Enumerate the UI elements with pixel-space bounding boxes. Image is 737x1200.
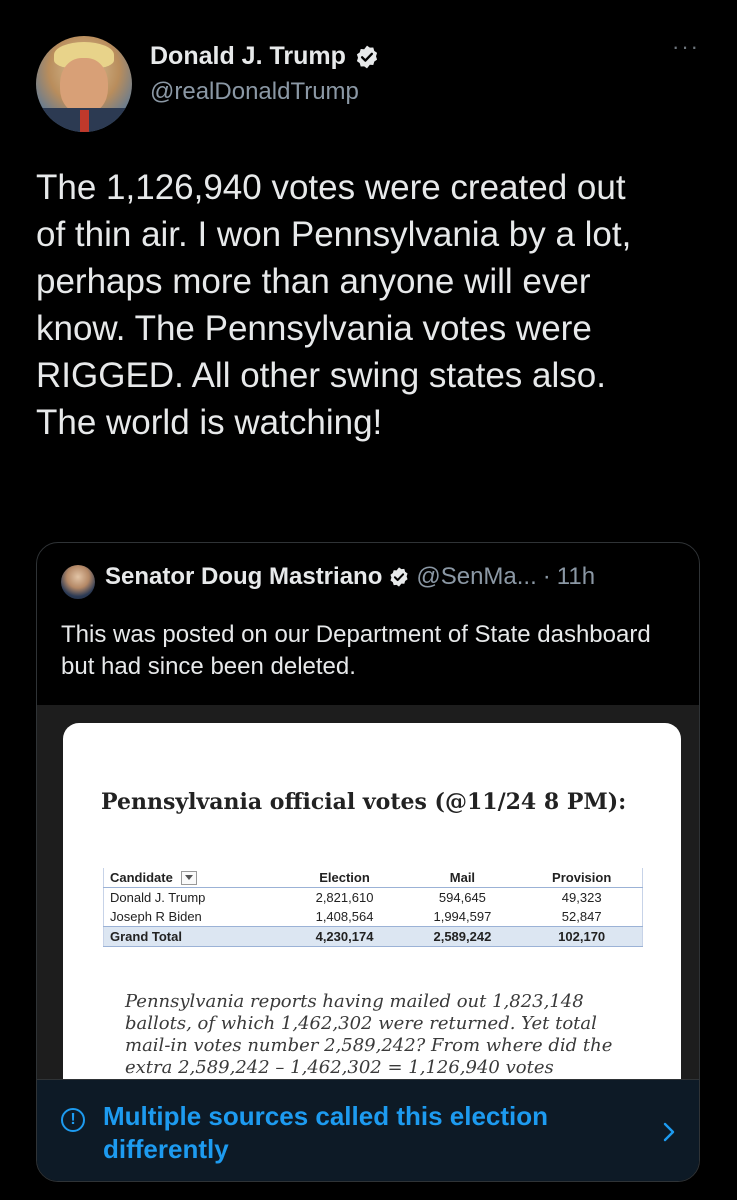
table-cell: 102,170 (521, 926, 643, 947)
quoted-tweet[interactable]: Senator Doug Mastriano @SenMa... · 11h T… (36, 542, 700, 1182)
table-total-row: Grand Total 4,230,174 2,589,242 102,170 (103, 926, 643, 947)
table-cell: Donald J. Trump (110, 890, 206, 905)
quoted-author-handle: @SenMa... (416, 563, 537, 590)
author-name-row[interactable]: Donald J. Trump (150, 42, 380, 71)
author-avatar[interactable] (36, 36, 132, 132)
table-cell: 49,323 (561, 890, 602, 905)
table-cell: 52,847 (561, 909, 602, 924)
verified-badge-icon (354, 44, 380, 70)
table-cell: 594,645 (438, 890, 486, 905)
table-cell: Joseph R Biden (110, 909, 202, 924)
more-options-icon[interactable]: ··· (666, 36, 706, 64)
document-note: Pennsylvania reports having mailed out 1… (125, 991, 613, 1078)
table-header-row: Candidate Election Mail Provision (103, 868, 643, 888)
table-cell: 2,821,610 (315, 890, 374, 905)
quoted-tweet-image[interactable]: Pennsylvania official votes (@11/24 8 PM… (37, 705, 699, 1079)
author-handle[interactable]: @realDonaldTrump (150, 78, 359, 106)
table-cell: 1,408,564 (315, 909, 374, 924)
notice-text[interactable]: Multiple sources called this election di… (103, 1100, 643, 1166)
table-row: Donald J. Trump 2,821,610 594,645 49,323 (104, 888, 643, 908)
election-notice-banner[interactable]: ! Multiple sources called this election … (37, 1079, 699, 1181)
filter-dropdown-icon (180, 871, 197, 886)
avatar-face (60, 58, 108, 114)
table-header-cell: Candidate (103, 868, 286, 888)
table-row: Joseph R Biden 1,408,564 1,994,597 52,84… (104, 907, 643, 927)
quoted-tweet-text: This was posted on our Department of Sta… (61, 621, 651, 680)
table-cell: 1,994,597 (433, 909, 492, 924)
info-exclamation-icon: ! (61, 1108, 85, 1132)
avatar-tie (80, 110, 89, 132)
chevron-right-icon[interactable] (657, 1120, 681, 1144)
tweet-text: The 1,126,940 votes were created out of … (36, 168, 632, 442)
quoted-author-name: Senator Doug Mastriano (105, 563, 383, 590)
votes-table: Candidate Election Mail Provision Donald… (103, 868, 643, 947)
table-cell: 2,589,242 (403, 926, 522, 947)
table-header-cell: Mail (403, 868, 522, 888)
quoted-verified-badge-icon (388, 566, 410, 588)
author-name[interactable]: Donald J. Trump (150, 42, 346, 71)
quoted-tweet-header: Senator Doug Mastriano @SenMa... · 11h (105, 563, 695, 591)
quoted-separator: · (542, 563, 551, 590)
quoted-author-avatar (61, 565, 95, 599)
table-header-cell: Election (285, 868, 404, 888)
quoted-timestamp: 11h (556, 563, 596, 590)
document-title: Pennsylvania official votes (@11/24 8 PM… (101, 789, 627, 815)
table-cell: Grand Total (103, 926, 286, 947)
table-cell: 4,230,174 (285, 926, 404, 947)
table-header-cell: Provision (521, 868, 643, 888)
screenshot-document: Pennsylvania official votes (@11/24 8 PM… (63, 723, 681, 1079)
